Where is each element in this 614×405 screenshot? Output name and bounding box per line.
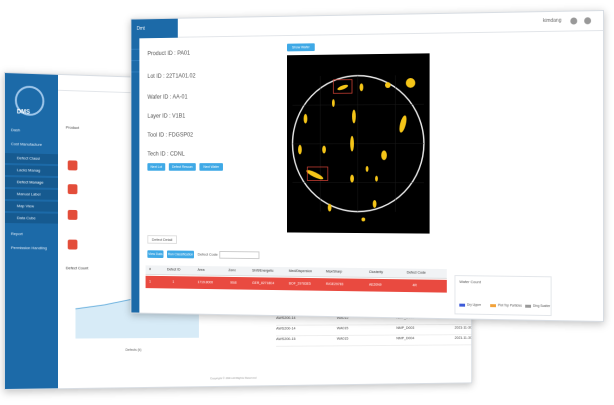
menu-icon[interactable]	[131, 38, 140, 50]
cell: 90/8	[230, 280, 237, 285]
nav-item-permission[interactable]: Permission Handling	[5, 243, 58, 253]
cell: 1719.8000	[197, 280, 213, 285]
legend-label: Plot Top Particles	[497, 303, 522, 308]
settings-icon[interactable]	[131, 61, 140, 73]
cell: GER_82718E4	[252, 281, 275, 286]
nav-item-map-view[interactable]: Map View	[4, 201, 59, 212]
tab-defect-detail[interactable]: Defect Detail	[147, 235, 177, 244]
back-sidebar: DMS Dash Cost Manufacture Defect Classi …	[4, 73, 59, 389]
defect-thumb-icon[interactable]	[67, 239, 78, 250]
next-wafer-button[interactable]: Next Wafer	[199, 163, 223, 171]
legend-swatch	[459, 303, 466, 307]
defect-code-select[interactable]	[219, 251, 260, 260]
run-classification-button[interactable]: Run Classification	[167, 250, 194, 259]
wafer-map-svg	[287, 53, 430, 222]
next-lot-button[interactable]: Next Lot	[147, 163, 166, 171]
defect-thumb-icon[interactable]	[67, 184, 78, 195]
cell: AE20N9	[368, 282, 382, 287]
col-header: Max/Sharp	[325, 269, 343, 274]
product-tab[interactable]: Product	[66, 125, 79, 130]
nav-item-report[interactable]: Report	[5, 229, 58, 239]
product-id-label: Product ID : PA01	[147, 50, 191, 58]
cell: BOF_29783E5	[288, 281, 311, 286]
view-data-button[interactable]: View Data	[147, 250, 164, 259]
defect-thumb-icon[interactable]	[67, 160, 78, 171]
nav-item-lacks[interactable]: Lacks Manag	[4, 165, 59, 177]
col-header: Shift/Energetic	[252, 268, 274, 273]
wafer-map[interactable]	[286, 53, 430, 234]
nav-item-data-cube[interactable]: Data Cube	[4, 213, 59, 224]
col-header: Defect ID	[167, 267, 181, 272]
col-header: Zone	[228, 268, 236, 273]
col-header: Area	[197, 267, 205, 272]
nav-item-dash[interactable]: Dash	[5, 125, 58, 136]
tech-id-label: Tech ID : CDNL	[147, 151, 185, 158]
defect-thumb-icon[interactable]	[67, 209, 78, 220]
list-icon[interactable]	[131, 49, 140, 62]
logo-text: DMS	[16, 109, 30, 116]
wafer-count-title: Wafer Count	[459, 279, 481, 285]
layer-id-label: Layer ID : V1B1	[147, 113, 186, 120]
nav-item-cost[interactable]: Cost Manufacture	[5, 139, 58, 150]
x-axis-label: Defects (k)	[125, 347, 142, 352]
table-row-selected[interactable]: 1 1 1719.8000 90/8 GER_82718E4 BOF_29783…	[145, 275, 447, 293]
cell: 1	[149, 279, 151, 284]
front-topbar: Dmt kimdang	[131, 11, 604, 39]
icon-rail	[131, 38, 140, 313]
nav-item-classi[interactable]: Defect Classi	[4, 153, 59, 165]
legend-swatch	[525, 304, 532, 308]
defect-code-label: Defect Code	[197, 251, 218, 257]
legend-label: Dry Upper	[466, 302, 482, 307]
footer-text: Copyright © 2021 All Rights Reserved	[210, 375, 257, 381]
lot-id-label: Lot ID : 22T1A01.02	[147, 73, 196, 80]
wafer-id-label: Wafer ID : AA-01	[147, 94, 188, 101]
brand-label: Dmt	[131, 18, 178, 39]
nav-item-defect-manage[interactable]: Defect Manage	[4, 177, 59, 188]
col-header: #	[149, 267, 151, 272]
nav-item-manual-label[interactable]: Manual Label	[4, 189, 59, 200]
cell: 4R	[412, 283, 417, 288]
front-window: Dmt kimdang Product ID : PA01 Lot ID : 2…	[130, 10, 605, 322]
show-wafer-button[interactable]: Show Wafer	[286, 43, 315, 52]
col-header: Defect Code	[406, 270, 426, 275]
col-header: Clusterity	[368, 270, 384, 275]
wafer-count-panel: Wafer Count Dry Upper Plot Top Particles…	[454, 275, 552, 317]
fullscreen-icon[interactable]	[584, 17, 592, 25]
user-menu[interactable]: kimdang	[543, 18, 562, 24]
table-row[interactable]: AWS200-15WA015NMP_D0042021-11-30 15:29:2…	[276, 334, 473, 347]
col-header: Med/Dispersion	[288, 269, 312, 274]
cell: R/GE29783	[325, 282, 344, 287]
globe-icon[interactable]	[570, 17, 578, 25]
tool-id-label: Tool ID : FDGSP02	[147, 132, 194, 139]
defect-rescan-button[interactable]: Defect Rescan	[168, 163, 196, 171]
cell: 1	[172, 279, 175, 284]
legend-label: Ding Scatter	[532, 303, 551, 309]
legend-swatch	[490, 304, 496, 308]
